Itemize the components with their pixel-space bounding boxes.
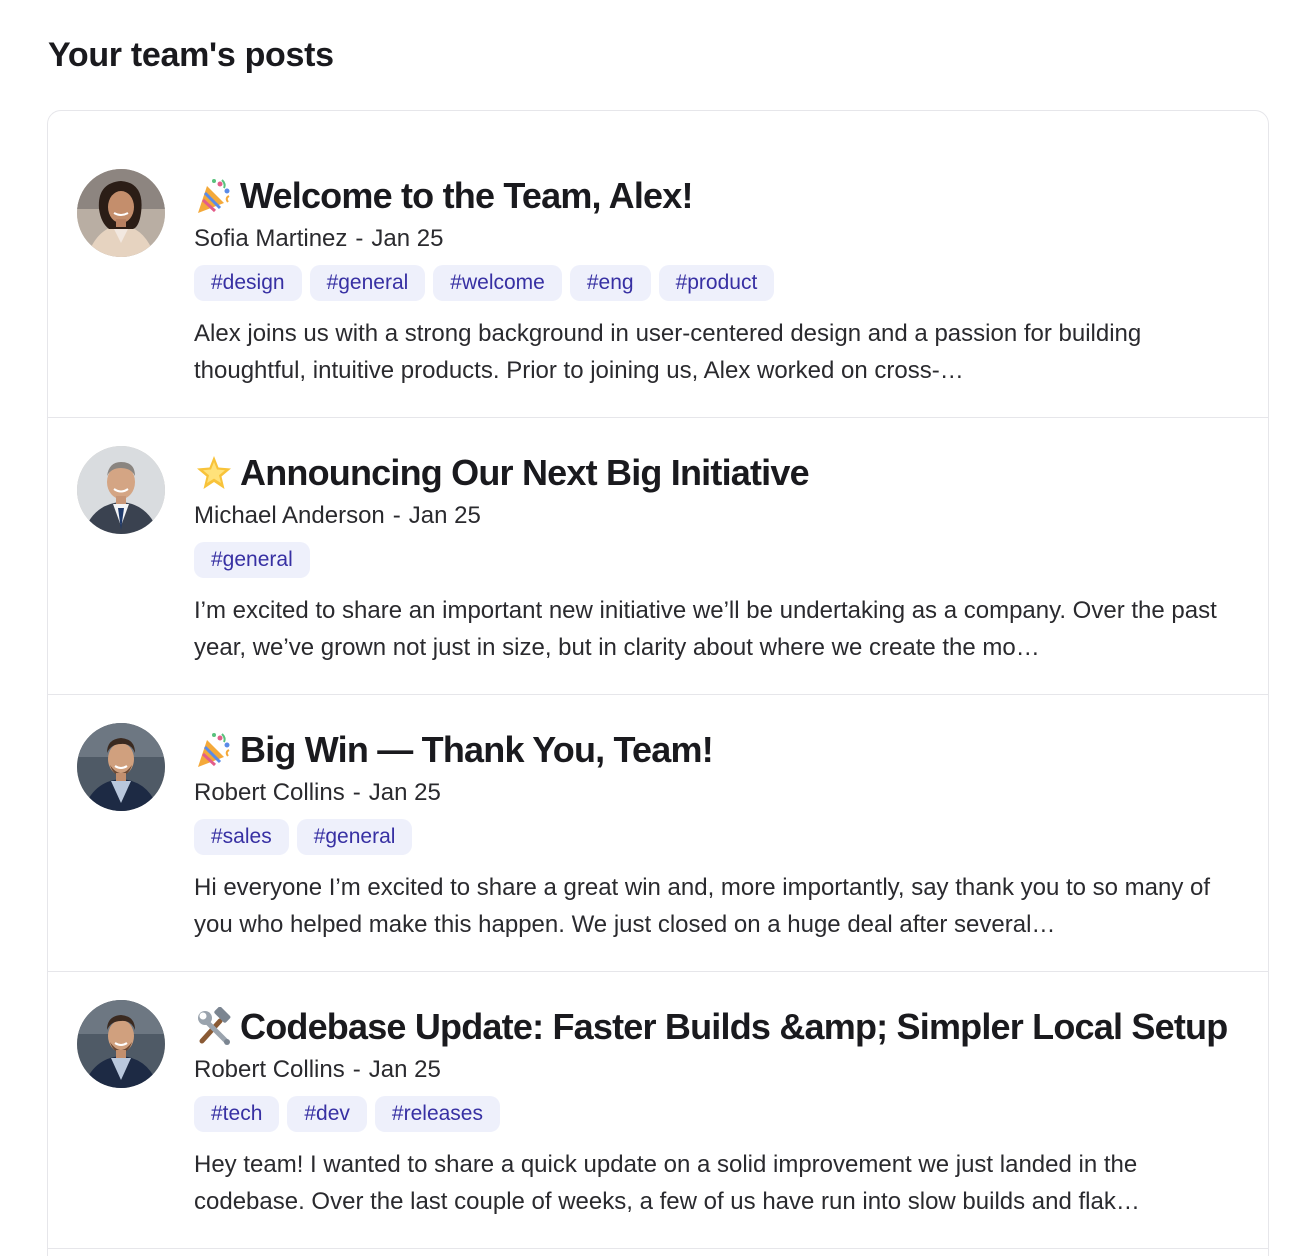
post-body: Codebase Update: Faster Builds &amp; Sim…	[194, 1004, 1244, 1220]
post-meta: Michael Anderson - Jan 25	[194, 500, 1244, 532]
post-item[interactable]: Big Win — Thank You, Team! Robert Collin…	[48, 695, 1268, 972]
avatar[interactable]	[77, 1000, 165, 1088]
glowing-star-icon	[194, 453, 234, 493]
post-author[interactable]: Sofia Martinez	[194, 223, 347, 255]
avatar-photo	[77, 169, 165, 257]
post-item[interactable]: Codebase Update: Faster Builds &amp; Sim…	[48, 972, 1268, 1249]
avatar[interactable]	[77, 723, 165, 811]
meta-separator: -	[392, 502, 401, 529]
tag-tech[interactable]: #tech	[194, 1096, 280, 1132]
tag-general[interactable]: #general	[296, 819, 413, 855]
post-item[interactable]: Welcome to the Team, Alex! Sofia Martine…	[48, 141, 1268, 418]
tag-product[interactable]: #product	[658, 265, 775, 301]
post-title-text: Announcing Our Next Big Initiative	[240, 452, 810, 493]
party-popper-icon	[194, 730, 234, 770]
post-meta: Robert Collins - Jan 25	[194, 1054, 1244, 1086]
post-meta: Sofia Martinez - Jan 25	[194, 223, 1244, 255]
post-excerpt: I’m excited to share an important new in…	[194, 597, 1217, 661]
post-title-text: Welcome to the Team, Alex!	[240, 175, 693, 216]
tag-releases[interactable]: #releases	[374, 1096, 500, 1132]
post-author[interactable]: Robert Collins	[194, 1054, 345, 1086]
avatar[interactable]	[77, 169, 165, 257]
post-excerpt: Hey team! I wanted to share a quick upda…	[194, 1151, 1140, 1215]
post-excerpt: Alex joins us with a strong background i…	[194, 320, 1142, 384]
post-date: Jan 25	[368, 779, 441, 806]
post-title-text: Big Win — Thank You, Team!	[240, 729, 714, 770]
tag-eng[interactable]: #eng	[569, 265, 651, 301]
post-title[interactable]: Codebase Update: Faster Builds &amp; Sim…	[194, 1004, 1244, 1050]
tag-general[interactable]: #general	[309, 265, 426, 301]
posts-list: Welcome to the Team, Alex! Sofia Martine…	[47, 110, 1269, 1256]
post-author[interactable]: Michael Anderson	[194, 500, 385, 532]
post-body: Announcing Our Next Big Initiative Micha…	[194, 450, 1244, 666]
post-body: Welcome to the Team, Alex! Sofia Martine…	[194, 173, 1244, 389]
avatar[interactable]	[77, 446, 165, 534]
tag-design[interactable]: #design	[194, 265, 302, 301]
hammer-and-wrench-icon	[194, 1007, 234, 1047]
meta-separator: -	[352, 779, 361, 806]
party-popper-icon	[194, 176, 234, 216]
meta-separator: -	[355, 225, 364, 252]
avatar-photo	[77, 1000, 165, 1088]
post-title[interactable]: Big Win — Thank You, Team!	[194, 727, 1244, 773]
tag-welcome[interactable]: #welcome	[433, 265, 562, 301]
page-title: Your team's posts	[48, 36, 334, 74]
tag-sales[interactable]: #sales	[194, 819, 289, 855]
post-body: Big Win — Thank You, Team! Robert Collin…	[194, 727, 1244, 943]
meta-separator: -	[352, 1056, 361, 1083]
team-posts-page: Your team's posts Welcome to the Team, A…	[0, 0, 1308, 1256]
post-title-text: Codebase Update: Faster Builds &amp; Sim…	[240, 1006, 1228, 1047]
post-title[interactable]: Announcing Our Next Big Initiative	[194, 450, 1244, 496]
tag-dev[interactable]: #dev	[287, 1096, 367, 1132]
avatar-photo	[77, 446, 165, 534]
tag-general[interactable]: #general	[194, 542, 310, 578]
tag-list: #tech #dev #releases	[194, 1096, 1244, 1132]
post-excerpt: Hi everyone I’m excited to share a great…	[194, 874, 1211, 938]
post-date: Jan 25	[368, 1056, 441, 1083]
post-author[interactable]: Robert Collins	[194, 777, 345, 809]
tag-list: #general	[194, 542, 1244, 578]
post-date: Jan 25	[408, 502, 481, 529]
tag-list: #design #general #welcome #eng #product	[194, 265, 1244, 301]
post-meta: Robert Collins - Jan 25	[194, 777, 1244, 809]
avatar-photo	[77, 723, 165, 811]
post-date: Jan 25	[371, 225, 444, 252]
post-title[interactable]: Welcome to the Team, Alex!	[194, 173, 1244, 219]
tag-list: #sales #general	[194, 819, 1244, 855]
post-item[interactable]: Announcing Our Next Big Initiative Micha…	[48, 418, 1268, 695]
